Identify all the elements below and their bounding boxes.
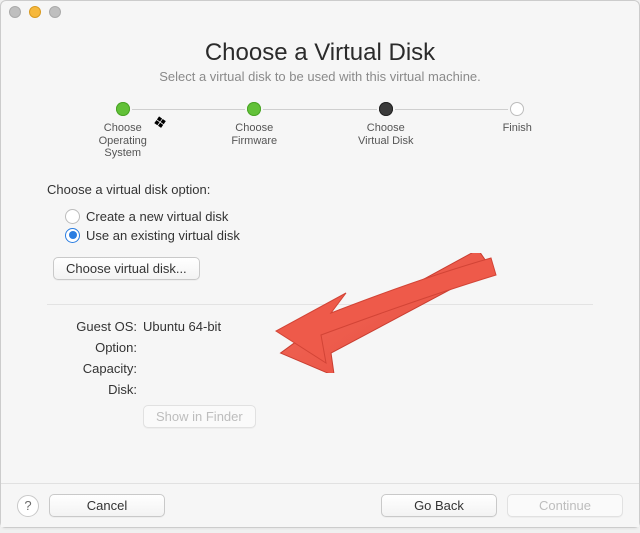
option-value xyxy=(143,340,593,355)
go-back-button[interactable]: Go Back xyxy=(381,494,497,517)
radio-label: Create a new virtual disk xyxy=(86,209,228,224)
cancel-button[interactable]: Cancel xyxy=(49,494,165,517)
stepper: Choose Operating System Choose Firmware … xyxy=(57,102,583,160)
option-label: Option: xyxy=(55,340,143,355)
guest-os-value: Ubuntu 64-bit xyxy=(143,319,593,334)
page-title: Choose a Virtual Disk xyxy=(47,39,593,67)
radio-group: Create a new virtual disk Use an existin… xyxy=(65,205,593,247)
divider xyxy=(47,304,593,305)
disk-label: Disk: xyxy=(55,382,143,397)
minimize-icon[interactable] xyxy=(29,6,41,18)
show-in-finder-button: Show in Finder xyxy=(143,405,256,428)
footer: ? Cancel Go Back Continue xyxy=(1,483,639,527)
step-choose-os: Choose Operating System xyxy=(57,102,189,160)
step-choose-firmware: Choose Firmware xyxy=(189,102,321,147)
summary-table: Guest OS: Ubuntu 64-bit Option: Capacity… xyxy=(55,319,593,397)
radio-create-new[interactable]: Create a new virtual disk xyxy=(65,209,593,224)
continue-button: Continue xyxy=(507,494,623,517)
wizard-window: ❖ Choose a Virtual Disk Select a virtual… xyxy=(0,0,640,528)
help-button[interactable]: ? xyxy=(17,495,39,517)
zoom-icon[interactable] xyxy=(49,6,61,18)
step-dot-icon xyxy=(247,102,261,116)
step-dot-icon xyxy=(510,102,524,116)
disk-value xyxy=(143,382,593,397)
capacity-value xyxy=(143,361,593,376)
close-icon[interactable] xyxy=(9,6,21,18)
choose-virtual-disk-button[interactable]: Choose virtual disk... xyxy=(53,257,200,280)
radio-label: Use an existing virtual disk xyxy=(86,228,240,243)
radio-icon xyxy=(65,228,80,243)
step-dot-icon xyxy=(116,102,130,116)
section-label: Choose a virtual disk option: xyxy=(47,182,593,197)
radio-use-existing[interactable]: Use an existing virtual disk xyxy=(65,228,593,243)
guest-os-label: Guest OS: xyxy=(55,319,143,334)
titlebar xyxy=(1,1,639,23)
step-dot-icon xyxy=(379,102,393,116)
step-finish: Finish xyxy=(452,102,584,135)
radio-icon xyxy=(65,209,80,224)
page-subtitle: Select a virtual disk to be used with th… xyxy=(47,69,593,84)
capacity-label: Capacity: xyxy=(55,361,143,376)
step-choose-virtual-disk: Choose Virtual Disk xyxy=(320,102,452,147)
